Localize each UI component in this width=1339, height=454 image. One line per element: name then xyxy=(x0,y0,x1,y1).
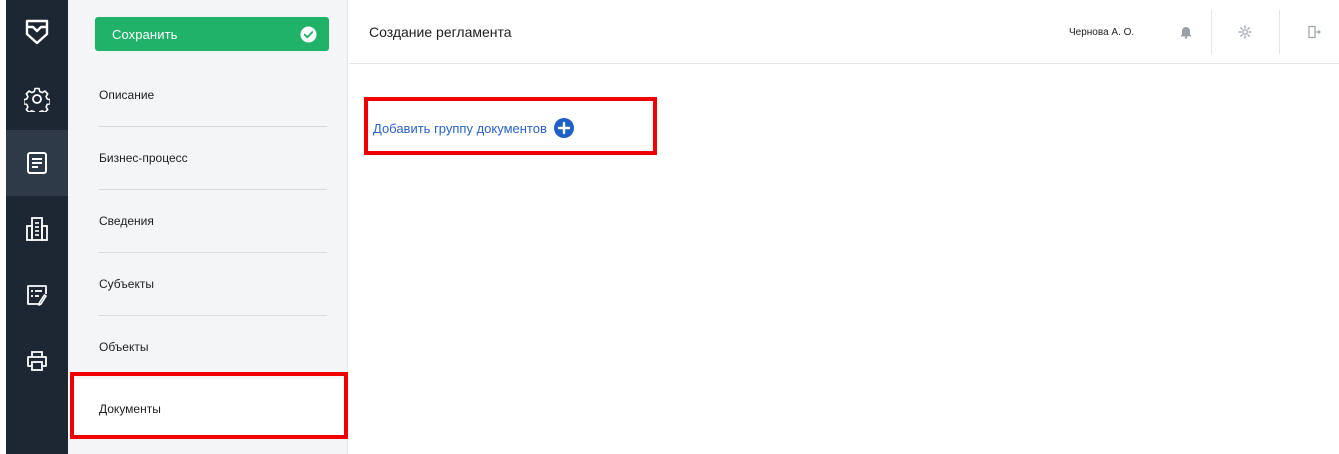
menu-item-label: Сведения xyxy=(99,214,154,228)
gear-icon xyxy=(24,87,50,112)
rail-item-documents[interactable] xyxy=(6,130,68,196)
check-circle-icon xyxy=(300,25,317,43)
menu-item-objects[interactable]: Объекты xyxy=(68,316,347,379)
shield-logo-icon xyxy=(25,19,49,45)
menu-item-label: Описание xyxy=(99,88,155,102)
document-icon xyxy=(27,152,47,174)
menu-item-label: Субъекты xyxy=(99,277,154,291)
menu-item-documents[interactable]: Документы xyxy=(68,379,347,439)
edit-list-icon xyxy=(27,285,47,306)
add-document-group-button[interactable]: Добавить группу документов xyxy=(373,118,574,138)
rail-item-print[interactable] xyxy=(6,328,68,394)
section-sidebar: Сохранить Описание Бизнес-процесс Сведен… xyxy=(68,0,348,454)
notifications-button[interactable] xyxy=(1176,22,1196,42)
page-title: Создание регламента xyxy=(369,24,512,40)
section-menu: Описание Бизнес-процесс Сведения Субъект… xyxy=(68,64,347,439)
menu-item-information[interactable]: Сведения xyxy=(68,190,347,253)
divider xyxy=(1211,10,1212,54)
settings-button[interactable] xyxy=(1235,22,1255,42)
menu-item-label: Бизнес-процесс xyxy=(99,151,188,165)
building-icon xyxy=(26,217,48,241)
rail-item-edit-list[interactable] xyxy=(6,262,68,328)
bell-icon xyxy=(1181,27,1191,39)
menu-item-label: Документы xyxy=(99,402,161,416)
user-name[interactable]: Чернова А. О. xyxy=(1069,27,1134,38)
save-button-label: Сохранить xyxy=(112,26,178,42)
logo[interactable] xyxy=(6,0,68,64)
gear-icon xyxy=(1238,25,1252,39)
rail-item-organizations[interactable] xyxy=(6,196,68,262)
app-rail xyxy=(6,0,68,454)
menu-item-business-process[interactable]: Бизнес-процесс xyxy=(68,127,347,190)
save-button[interactable]: Сохранить xyxy=(95,17,329,51)
rail-item-settings[interactable] xyxy=(6,66,68,132)
logout-icon xyxy=(1308,25,1321,39)
divider xyxy=(1279,10,1280,54)
top-bar: Создание регламента Чернова А. О. xyxy=(349,0,1339,64)
plus-circle-icon xyxy=(553,118,574,138)
printer-icon xyxy=(27,351,47,371)
menu-item-subjects[interactable]: Субъекты xyxy=(68,253,347,316)
menu-item-description[interactable]: Описание xyxy=(68,64,347,127)
main-content: Добавить группу документов xyxy=(349,65,1339,454)
logout-button[interactable] xyxy=(1304,22,1324,42)
add-document-group-label: Добавить группу документов xyxy=(373,120,547,136)
menu-item-label: Объекты xyxy=(99,340,149,354)
